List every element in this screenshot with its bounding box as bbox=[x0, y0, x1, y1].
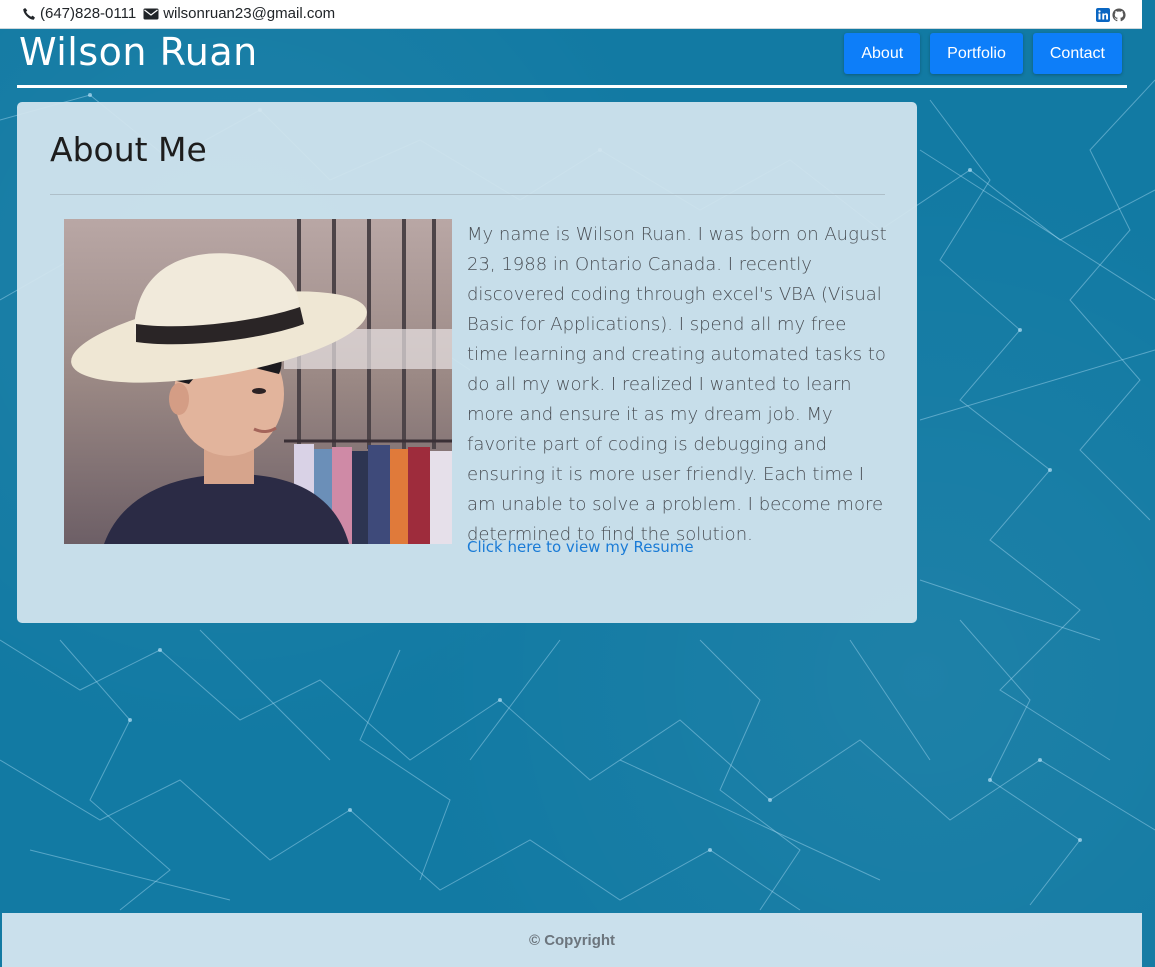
site-header: Wilson Ruan About Portfolio Contact bbox=[17, 28, 1127, 88]
phone-icon bbox=[22, 7, 36, 21]
social-links bbox=[1096, 8, 1126, 22]
top-contact-bar: (647)828-0111 wilsonruan23@gmail.com bbox=[0, 0, 1142, 29]
nav-about-button[interactable]: About bbox=[844, 33, 921, 74]
linkedin-icon[interactable] bbox=[1096, 8, 1110, 22]
phone-number: (647)828-0111 bbox=[40, 5, 137, 22]
resume-link[interactable]: Click here to view my Resume bbox=[467, 538, 694, 556]
nav-contact-button[interactable]: Contact bbox=[1032, 33, 1122, 74]
github-icon[interactable] bbox=[1112, 8, 1126, 22]
email-address: wilsonruan23@gmail.com bbox=[163, 5, 336, 22]
site-footer: © Copyright bbox=[2, 913, 1142, 967]
about-heading: About Me bbox=[50, 130, 207, 169]
about-card: About Me My name is Wilson Ruan. I was b… bbox=[17, 102, 917, 623]
heading-divider bbox=[50, 194, 885, 195]
copyright-text: © Copyright bbox=[528, 932, 616, 949]
site-title: Wilson Ruan bbox=[19, 30, 258, 74]
bio-text: My name is Wilson Ruan. I was born on Au… bbox=[467, 224, 887, 545]
profile-photo bbox=[64, 219, 452, 544]
contact-info: (647)828-0111 wilsonruan23@gmail.com bbox=[22, 5, 335, 22]
nav-portfolio-button[interactable]: Portfolio bbox=[930, 33, 1023, 74]
main-nav: About Portfolio Contact bbox=[844, 33, 1122, 74]
envelope-icon bbox=[143, 7, 159, 21]
